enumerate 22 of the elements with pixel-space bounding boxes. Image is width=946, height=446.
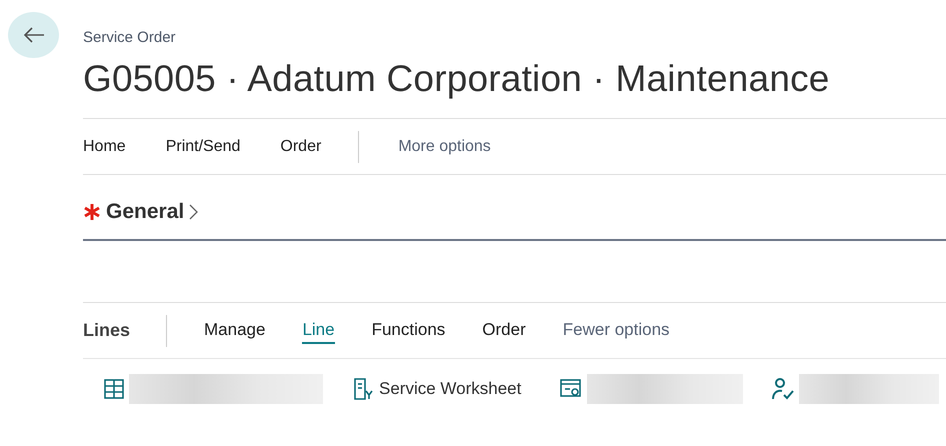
action-tab[interactable]: Order [482, 318, 526, 344]
page-caption: Service Order [83, 29, 177, 46]
back-button[interactable] [8, 12, 59, 58]
back-arrow-icon [22, 26, 44, 44]
action-menu[interactable]: Home [83, 138, 126, 156]
action-tab[interactable]: Manage [204, 318, 266, 344]
action-menu[interactable]: Print/Send [166, 138, 240, 156]
grid-icon [103, 378, 125, 400]
action-tab[interactable]: Functions [372, 318, 446, 344]
document-icon [351, 377, 375, 401]
action-button[interactable] [559, 374, 744, 404]
section-header[interactable]: General [106, 200, 198, 224]
page-title: G05005 · Adatum Corporation · Maintenance [83, 58, 831, 100]
action-menu[interactable]: Order [280, 138, 322, 156]
more-options-button[interactable]: More options [398, 138, 491, 156]
chevron-right-icon [188, 203, 198, 221]
action-tab[interactable]: Line [302, 318, 335, 344]
card-icon [559, 378, 584, 400]
action-button[interactable]: Service Worksheet [351, 377, 522, 401]
lines-title: Lines [83, 320, 130, 341]
person-check-icon [771, 377, 796, 401]
fewer-options-button[interactable]: Fewer options [562, 318, 670, 344]
